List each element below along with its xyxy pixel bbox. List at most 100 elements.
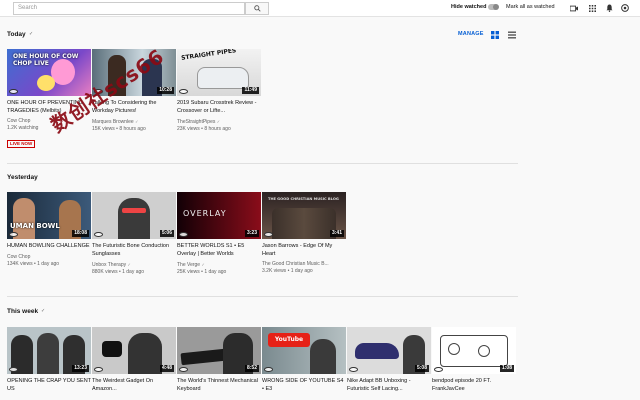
- channel-name[interactable]: Unbox Therapy ✓: [92, 261, 176, 269]
- eye-icon[interactable]: [349, 367, 358, 372]
- video-card[interactable]: 8:52 The World's Thinnest Mechanical Key…: [177, 327, 261, 393]
- video-title[interactable]: ONE HOUR OF PREVENTING TRAGEDIES (Melbit…: [7, 100, 91, 115]
- eye-icon[interactable]: [94, 232, 103, 237]
- video-title[interactable]: The World's Thinnest Mechanical Keyboard: [177, 378, 261, 393]
- video-title[interactable]: The Futuristic Bone Conduction Sunglasse…: [92, 243, 176, 258]
- duration-badge: 1:08: [499, 365, 514, 372]
- video-title[interactable]: Talking To Considering the Workday Pictu…: [92, 100, 176, 115]
- video-meta: 3.2K views • 1 day ago: [262, 268, 313, 274]
- duration-badge: 8:52: [244, 365, 259, 372]
- grid-view-icon[interactable]: [491, 31, 499, 39]
- video-title[interactable]: WRONG SIDE OF YOUTUBE S4 • E3: [262, 378, 346, 393]
- section-title-today: Today: [7, 31, 26, 38]
- video-meta: 1.2K watching: [7, 125, 39, 131]
- list-view-icon[interactable]: [508, 31, 516, 39]
- video-card[interactable]: OVERLAY 3:23 BETTER WORLDS S1 • E5 Overl…: [177, 192, 261, 276]
- channel-name[interactable]: Cow Chop: [7, 254, 91, 261]
- search-input[interactable]: Search: [13, 2, 245, 15]
- thumbnail-text: UMAN BOWL: [10, 222, 60, 230]
- channel-name[interactable]: TheStraightPipes ✓: [177, 118, 261, 126]
- eye-icon[interactable]: [9, 367, 18, 372]
- video-card[interactable]: 13:23 OPENING THE CRAP YOU SENT US: [7, 327, 91, 393]
- channel-name[interactable]: Cow Chop: [7, 118, 91, 125]
- apps-grid-icon[interactable]: [587, 3, 597, 13]
- search-icon: [253, 5, 261, 12]
- video-thumbnail[interactable]: ONE HOUR OF COW CHOP LIVE: [7, 49, 91, 96]
- eye-icon[interactable]: [434, 367, 443, 372]
- eye-icon[interactable]: [9, 232, 18, 237]
- video-thumbnail[interactable]: STRAIGHT PIPES 11:49: [177, 49, 261, 96]
- video-card[interactable]: ONE HOUR OF COW CHOP LIVE ONE HOUR OF PR…: [7, 49, 91, 150]
- thumbnail-text: OVERLAY: [183, 209, 227, 218]
- channel-name[interactable]: Marques Brownlee ✓: [92, 118, 176, 126]
- notifications-bell-icon[interactable]: [604, 3, 614, 13]
- duration-badge: 5:06: [159, 230, 174, 237]
- eye-icon[interactable]: [179, 89, 188, 94]
- duration-badge: 3:23: [244, 230, 259, 237]
- video-meta: 880K views • 1 day ago: [92, 269, 145, 275]
- mark-all-watched-button[interactable]: Mark all as watched: [506, 4, 555, 10]
- eye-icon[interactable]: [94, 89, 103, 94]
- video-title[interactable]: OPENING THE CRAP YOU SENT US: [7, 378, 91, 393]
- video-card[interactable]: STRAIGHT PIPES 11:49 2019 Subaru Crosstr…: [177, 49, 261, 133]
- duration-badge: 13:23: [72, 365, 89, 372]
- thumbnail-text: STRAIGHT PIPES: [180, 49, 237, 62]
- video-title[interactable]: Jason Barrows - Edge Of My Heart: [262, 243, 346, 258]
- hide-watched-label: Hide watched: [451, 4, 487, 10]
- eye-icon[interactable]: [179, 367, 188, 372]
- section-title-this-week: This week: [7, 308, 39, 315]
- video-camera-icon[interactable]: [569, 3, 579, 13]
- duration-badge: 4:48: [159, 365, 174, 372]
- channel-name[interactable]: The Verge ✓: [177, 261, 261, 269]
- video-card[interactable]: UMAN BOWL 18:08 HUMAN BOWLING CHALLENGE …: [7, 192, 91, 268]
- video-title[interactable]: BETTER WORLDS S1 • E5 Overlay | Better W…: [177, 243, 261, 258]
- video-title[interactable]: Nike Adapt BB Unboxing - Futuristic Self…: [347, 378, 431, 393]
- thumbnail-text: YouTube: [268, 333, 310, 347]
- thumbnail-text: THE GOOD CHRISTIAN MUSIC BLOG: [268, 197, 339, 201]
- section-divider: [7, 296, 518, 297]
- video-card[interactable]: 5:06 The Futuristic Bone Conduction Sung…: [92, 192, 176, 276]
- section-divider: [7, 163, 518, 164]
- video-title[interactable]: 2019 Subaru Crosstrek Review - Crossover…: [177, 100, 261, 115]
- eye-icon[interactable]: [179, 232, 188, 237]
- chat-icon[interactable]: [620, 3, 630, 13]
- video-thumbnail[interactable]: 5:08: [347, 327, 431, 374]
- video-card[interactable]: THE GOOD CHRISTIAN MUSIC BLOG 3:41 Jason…: [262, 192, 346, 275]
- video-title[interactable]: The Weirdest Gadget On Amazon...: [92, 378, 176, 393]
- video-card[interactable]: YouTube WRONG SIDE OF YOUTUBE S4 • E3: [262, 327, 346, 393]
- hide-watched-toggle[interactable]: [488, 4, 499, 10]
- video-thumbnail[interactable]: YouTube: [262, 327, 346, 374]
- video-card[interactable]: 10:28 Talking To Considering the Workday…: [92, 49, 176, 133]
- top-bar: Search Hide watched Mark all as watched: [0, 0, 640, 17]
- video-thumbnail[interactable]: 13:23: [7, 327, 91, 374]
- video-thumbnail[interactable]: OVERLAY 3:23: [177, 192, 261, 239]
- eye-icon[interactable]: [9, 89, 18, 94]
- video-meta: 23K views • 8 hours ago: [177, 126, 231, 132]
- eye-icon[interactable]: [94, 367, 103, 372]
- video-thumbnail[interactable]: 5:06: [92, 192, 176, 239]
- video-card[interactable]: 1:08 bendpod episode 20 FT. FrankJavCee: [432, 327, 516, 393]
- search-button[interactable]: [245, 2, 269, 15]
- duration-badge: 5:08: [414, 365, 429, 372]
- check-icon: ✓: [41, 308, 46, 314]
- eye-icon[interactable]: [264, 232, 273, 237]
- live-badge: LIVE NOW: [7, 140, 36, 148]
- video-thumbnail[interactable]: UMAN BOWL 18:08: [7, 192, 91, 239]
- channel-name[interactable]: The Good Christian Music B...: [262, 261, 346, 268]
- video-thumbnail[interactable]: 10:28: [92, 49, 176, 96]
- duration-badge: 11:49: [242, 87, 259, 94]
- duration-badge: 10:28: [157, 87, 174, 94]
- manage-button[interactable]: MANAGE: [458, 31, 484, 37]
- video-meta: 15K views • 8 hours ago: [92, 126, 146, 132]
- video-card[interactable]: 4:48 The Weirdest Gadget On Amazon...: [92, 327, 176, 393]
- video-card[interactable]: 5:08 Nike Adapt BB Unboxing - Futuristic…: [347, 327, 431, 393]
- video-meta: 25K views • 1 day ago: [177, 269, 227, 275]
- video-thumbnail[interactable]: 4:48: [92, 327, 176, 374]
- video-thumbnail[interactable]: 8:52: [177, 327, 261, 374]
- eye-icon[interactable]: [264, 367, 273, 372]
- video-thumbnail[interactable]: THE GOOD CHRISTIAN MUSIC BLOG 3:41: [262, 192, 346, 239]
- video-thumbnail[interactable]: 1:08: [432, 327, 516, 374]
- duration-badge: 18:08: [72, 230, 89, 237]
- video-title[interactable]: HUMAN BOWLING CHALLENGE: [7, 243, 91, 251]
- video-title[interactable]: bendpod episode 20 FT. FrankJavCee: [432, 378, 516, 393]
